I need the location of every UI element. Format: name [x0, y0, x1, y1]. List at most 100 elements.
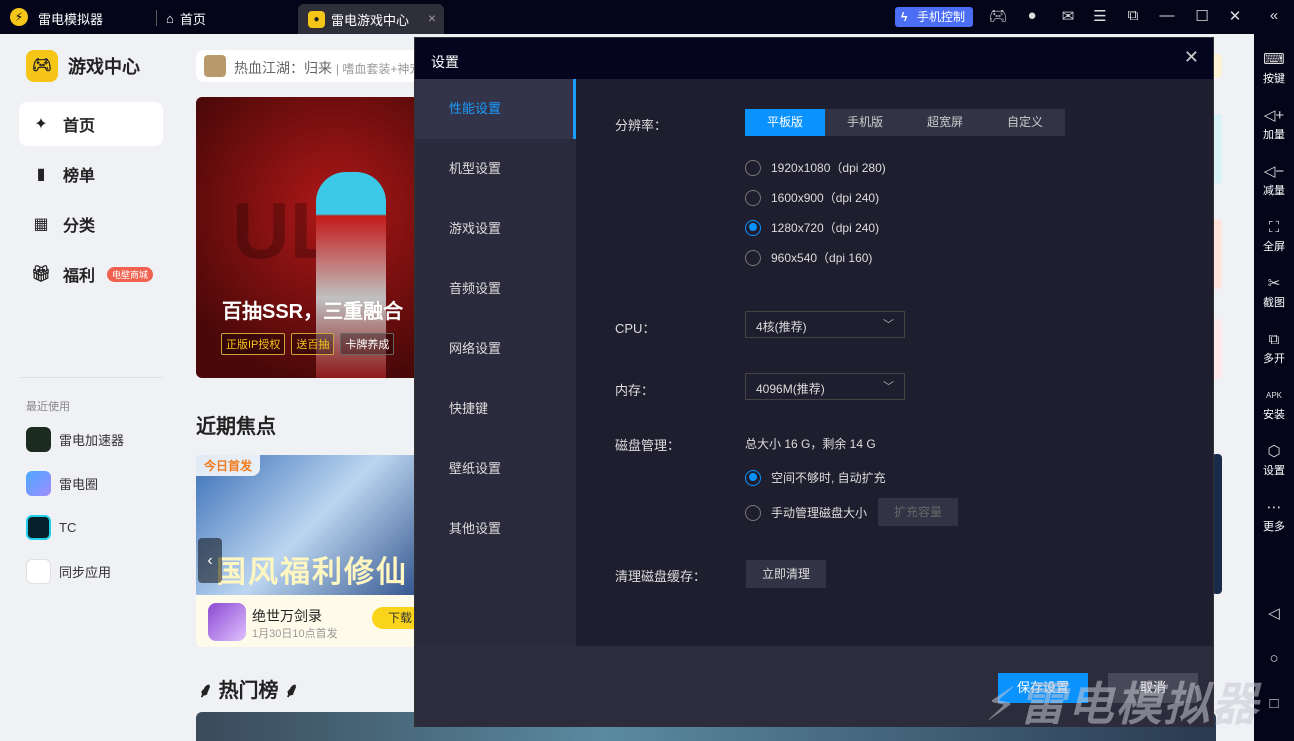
prev-arrow-icon[interactable]: ‹	[198, 538, 222, 583]
sidebar-item-categories[interactable]: ▦ 分类	[19, 202, 163, 246]
collapse-icon[interactable]: «	[1264, 7, 1284, 24]
recents-icon: □	[1269, 695, 1279, 712]
tab-label: 雷电游戏中心	[331, 12, 410, 28]
screenshot-button[interactable]: ✂ 截图	[1254, 274, 1294, 310]
nav-audio[interactable]: 音频设置	[415, 259, 576, 319]
tab-game-center[interactable]: ● 雷电游戏中心 ×	[298, 4, 444, 34]
recent-item[interactable]: TC	[26, 515, 76, 540]
volume-up-icon: ◁+	[1263, 107, 1285, 124]
nav-shortcuts[interactable]: 快捷键	[415, 379, 576, 439]
resolution-option[interactable]: 960x540（dpi 160)	[745, 249, 872, 266]
nav-device-model[interactable]: 机型设置	[415, 139, 576, 199]
close-icon[interactable]: ✕	[1184, 47, 1199, 68]
gamepad-icon: ✦	[34, 116, 48, 133]
sidebar-item-home[interactable]: ✦ 首页	[19, 102, 163, 146]
minimize-icon[interactable]: —	[1157, 7, 1177, 24]
phone-control-button[interactable]: ϟ 手机控制	[895, 7, 973, 27]
sync-app-icon	[26, 559, 51, 584]
brand-title: 游戏中心	[68, 57, 140, 77]
radio-button[interactable]	[745, 249, 761, 266]
disk-auto-option[interactable]: 空间不够时, 自动扩充	[745, 469, 886, 486]
search-sub: 嗜血套装+神宠	[342, 62, 422, 76]
recent-label: 雷电圈	[59, 477, 99, 492]
banner[interactable]: UL 百抽SSR，三重融合 正版IP授权 送百抽 卡牌养成	[196, 97, 426, 378]
back-button[interactable]: ◁	[1254, 604, 1294, 624]
radio-button-selected[interactable]	[745, 219, 761, 236]
disk-manual-option[interactable]: 手动管理磁盘大小	[745, 504, 867, 521]
disk-manual-label: 手动管理磁盘大小	[771, 506, 868, 520]
divider	[20, 377, 163, 378]
lightning-icon: ϟ	[901, 10, 908, 24]
resolution-option[interactable]: 1600x900（dpi 240)	[745, 189, 879, 206]
settings-nav: 性能设置 机型设置 游戏设置 音频设置 网络设置 快捷键 壁纸设置 其他设置	[415, 79, 576, 646]
radio-button-selected[interactable]	[745, 469, 761, 486]
recent-label: 同步应用	[59, 565, 112, 580]
circle-app-icon	[26, 471, 51, 496]
radio-button[interactable]	[745, 504, 761, 521]
maximize-icon[interactable]: ☐	[1192, 7, 1212, 25]
resolution-label: 1920x1080（dpi 280)	[771, 161, 886, 175]
tab-custom[interactable]: 自定义	[985, 109, 1065, 136]
gamepad-icon: ●	[308, 10, 325, 28]
keymap-button[interactable]: ⌨ 按键	[1254, 50, 1294, 86]
home-button[interactable]: ○	[1254, 649, 1294, 669]
radio-button[interactable]	[745, 159, 761, 176]
tab-tablet[interactable]: 平板版	[745, 109, 825, 136]
fullscreen-icon: ⛶	[1268, 219, 1280, 236]
memory-select[interactable]: 4096M(推荐) ﹀	[745, 373, 905, 400]
cancel-button[interactable]: 取消	[1108, 673, 1198, 703]
recents-button[interactable]: □	[1254, 694, 1294, 714]
volume-down-button[interactable]: ◁− 减量	[1254, 162, 1294, 198]
recent-item[interactable]: 雷电加速器	[26, 427, 124, 452]
sidebar-item-rankings[interactable]: ▮ 榜单	[19, 152, 163, 196]
resize-icon[interactable]: ⧉	[1123, 7, 1143, 24]
save-button[interactable]: 保存设置	[998, 673, 1088, 703]
resolution-option[interactable]: 1920x1080（dpi 280)	[745, 159, 886, 176]
toolbar-label: 全屏	[1263, 241, 1285, 253]
gift-icon: 🎁︎	[31, 266, 52, 283]
menu-icon[interactable]: ☰	[1090, 7, 1110, 25]
disk-label: 磁盘管理：	[615, 438, 681, 453]
sidebar-item-welfare[interactable]: 🎁︎ 福利 电壁商城	[19, 252, 163, 296]
close-tab-icon[interactable]: ×	[428, 10, 436, 26]
install-apk-button[interactable]: APK 安装	[1254, 386, 1294, 422]
gear-icon: ⬡	[1267, 443, 1281, 460]
nav-other[interactable]: 其他设置	[415, 499, 576, 559]
hot-title: 热门榜	[218, 680, 279, 702]
focus-card[interactable]: 国风福利修仙 今日首发 ‹ 绝世万剑录 1月30日10点首发 下载	[196, 455, 426, 647]
more-icon: ⋯	[1266, 499, 1282, 516]
memory-value: 4096M(推荐)	[756, 382, 825, 396]
expand-capacity-button[interactable]: 扩充容量	[878, 498, 958, 526]
nav-game[interactable]: 游戏设置	[415, 199, 576, 259]
close-window-icon[interactable]: ✕	[1225, 7, 1245, 25]
sidebar: 🎮︎ 游戏中心 ✦ 首页 ▮ 榜单 ▦ 分类 🎁︎ 福利 电壁商城 最近使用 雷电加速器 雷…	[0, 34, 190, 741]
dialog-title: 设置	[431, 54, 459, 70]
mail-icon[interactable]: ✉	[1058, 7, 1078, 25]
tab-ultrawide[interactable]: 超宽屏	[905, 109, 985, 136]
nav-wallpaper[interactable]: 壁纸设置	[415, 439, 576, 499]
back-icon: ◁	[1268, 605, 1280, 622]
tc-icon	[26, 515, 51, 540]
nav-performance[interactable]: 性能设置	[415, 79, 576, 139]
release-date: 1月30日10点首发	[252, 628, 338, 640]
cpu-select[interactable]: 4核(推荐) ﹀	[745, 311, 905, 338]
disk-info: 总大小 16 G，剩余 14 G	[745, 437, 876, 451]
scissors-icon: ✂	[1267, 275, 1281, 292]
tab-phone[interactable]: 手机版	[825, 109, 905, 136]
clean-now-button[interactable]: 立即清理	[746, 560, 826, 588]
multi-instance-button[interactable]: ⧉ 多开	[1254, 330, 1294, 366]
recent-item[interactable]: 同步应用	[26, 559, 111, 584]
gamepad-icon[interactable]: 🎮︎	[988, 7, 1008, 25]
nav-network[interactable]: 网络设置	[415, 319, 576, 379]
search-title: 热血江湖：归来	[234, 60, 332, 76]
volume-up-button[interactable]: ◁+ 加量	[1254, 106, 1294, 142]
resolution-option[interactable]: 1280x720（dpi 240)	[745, 219, 879, 236]
resolution-label: 960x540（dpi 160)	[771, 251, 873, 265]
radio-button[interactable]	[745, 189, 761, 206]
settings-button[interactable]: ⬡ 设置	[1254, 442, 1294, 478]
fullscreen-button[interactable]: ⛶ 全屏	[1254, 218, 1294, 254]
tab-home[interactable]: ⌂ 首页	[166, 9, 206, 28]
avatar[interactable]: ●	[1022, 7, 1042, 24]
recent-item[interactable]: 雷电圈	[26, 471, 98, 496]
more-button[interactable]: ⋯ 更多	[1254, 498, 1294, 534]
